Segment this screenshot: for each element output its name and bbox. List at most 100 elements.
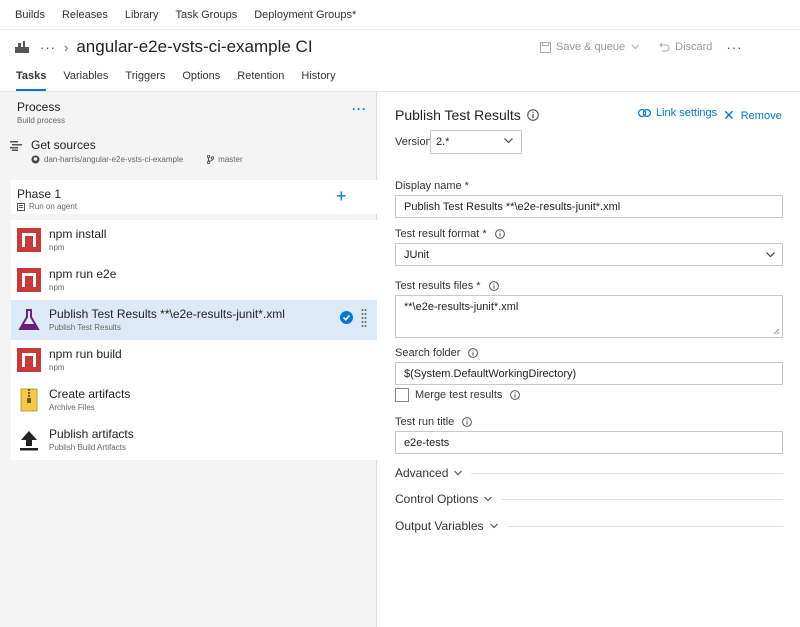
upload-icon xyxy=(20,431,38,451)
merge-test-results-checkbox[interactable] xyxy=(395,388,409,402)
task-type: Publish Build Artifacts xyxy=(49,443,126,452)
tab-history[interactable]: History xyxy=(301,64,335,91)
breadcrumb-more-button[interactable]: ··· xyxy=(40,40,56,55)
remove-label: Remove xyxy=(740,109,782,122)
discard-button[interactable]: Discard xyxy=(659,41,712,53)
test-run-title-label: Test run title xyxy=(395,416,455,428)
phase-subtitle: Run on agent xyxy=(29,202,78,211)
display-name-field[interactable]: Publish Test Results **\e2e-results-juni… xyxy=(395,195,783,218)
page-title: angular-e2e-vsts-ci-example CI xyxy=(76,37,313,56)
github-icon xyxy=(31,155,40,164)
display-name-label: Display name xyxy=(395,180,462,192)
version-select[interactable]: 2.* xyxy=(430,130,522,154)
nav-task-groups[interactable]: Task Groups xyxy=(175,9,237,21)
task-properties-pane: Publish Test Results Link settings ✕ Rem… xyxy=(378,92,800,627)
undo-icon xyxy=(659,42,670,51)
merge-test-results-row: Merge test results xyxy=(395,388,521,402)
info-icon[interactable] xyxy=(488,281,499,291)
more-actions-button[interactable]: ··· xyxy=(726,40,742,55)
task-npm-run-e2e[interactable]: npm run e2e npm xyxy=(11,260,377,300)
tab-variables[interactable]: Variables xyxy=(63,64,108,91)
tab-options[interactable]: Options xyxy=(182,64,220,91)
branch-name: master xyxy=(218,155,243,164)
section-divider xyxy=(506,525,783,527)
task-npm-install[interactable]: npm install npm xyxy=(11,220,377,260)
test-results-files-value: **\e2e-results-junit*.xml xyxy=(404,301,519,313)
task-list: npm install npm npm run e2e npm Publish … xyxy=(11,220,377,460)
tab-tasks[interactable]: Tasks xyxy=(16,64,47,91)
task-publish-artifacts[interactable]: Publish artifacts Publish Build Artifact… xyxy=(11,420,377,460)
link-settings-label: Link settings xyxy=(656,107,718,119)
chevron-down-icon xyxy=(766,252,775,258)
search-folder-label: Search folder xyxy=(395,347,461,359)
required-marker: * xyxy=(476,280,481,292)
process-subtitle: Build process xyxy=(17,116,66,125)
process-more-button[interactable]: ··· xyxy=(352,102,367,116)
section-output-variables[interactable]: Output Variables xyxy=(395,519,783,533)
chevron-down-icon xyxy=(454,470,463,476)
save-icon xyxy=(540,41,551,53)
get-sources-item[interactable]: Get sources dan-harris/angular-e2e-vsts-… xyxy=(10,136,367,170)
chevron-down-icon xyxy=(631,44,640,50)
breadcrumb-chevron-icon: › xyxy=(64,39,69,55)
nav-releases[interactable]: Releases xyxy=(62,9,108,21)
section-control-options[interactable]: Control Options xyxy=(395,492,783,506)
npm-icon xyxy=(17,228,41,252)
chevron-down-icon xyxy=(484,496,493,502)
test-result-format-value: JUnit xyxy=(404,249,430,261)
task-type: Archive Files xyxy=(49,403,95,412)
phase-header[interactable]: Phase 1 Run on agent + xyxy=(11,180,377,214)
nav-builds[interactable]: Builds xyxy=(15,9,45,21)
search-folder-field[interactable]: $(System.DefaultWorkingDirectory) xyxy=(395,362,783,385)
nav-library[interactable]: Library xyxy=(125,9,159,21)
section-title: Advanced xyxy=(395,466,449,480)
chevron-down-icon xyxy=(489,523,498,529)
chevron-down-icon xyxy=(504,138,513,144)
info-icon[interactable] xyxy=(527,109,539,121)
task-name: npm install xyxy=(49,227,107,241)
top-nav: Builds Releases Library Task Groups Depl… xyxy=(0,0,800,30)
test-result-format-select[interactable]: JUnit xyxy=(395,243,783,266)
section-advanced[interactable]: Advanced xyxy=(395,466,783,480)
check-circle-icon xyxy=(340,311,353,324)
save-queue-button[interactable]: Save & queue xyxy=(540,41,645,53)
tab-retention[interactable]: Retention xyxy=(237,64,284,91)
test-results-files-textarea[interactable]: **\e2e-results-junit*.xml xyxy=(395,295,783,338)
npm-icon xyxy=(17,268,41,292)
save-queue-label: Save & queue xyxy=(556,41,626,53)
test-results-files-label: Test results files xyxy=(395,280,474,292)
close-icon: ✕ xyxy=(723,107,735,123)
flask-icon xyxy=(18,309,40,330)
add-task-button[interactable]: + xyxy=(336,186,347,207)
test-run-title-field[interactable]: e2e-tests xyxy=(395,431,783,454)
zip-icon xyxy=(20,388,38,412)
remove-task-button[interactable]: ✕ Remove xyxy=(723,107,782,124)
version-value: 2.* xyxy=(436,136,450,148)
task-npm-run-build[interactable]: npm run build npm xyxy=(11,340,377,380)
info-icon[interactable] xyxy=(462,417,473,427)
section-divider xyxy=(501,498,783,500)
resize-handle-icon[interactable] xyxy=(773,328,780,335)
repo-name: dan-harris/angular-e2e-vsts-ci-example xyxy=(44,155,184,164)
task-type: npm xyxy=(49,283,65,292)
info-icon[interactable] xyxy=(468,348,479,358)
build-pipeline-icon xyxy=(15,41,29,53)
nav-deployment-groups[interactable]: Deployment Groups* xyxy=(254,9,356,21)
link-settings-button[interactable]: Link settings xyxy=(638,107,717,119)
task-name: Publish artifacts xyxy=(49,427,134,441)
task-create-artifacts[interactable]: Create artifacts Archive Files xyxy=(11,380,377,420)
tab-triggers[interactable]: Triggers xyxy=(125,64,165,91)
info-icon[interactable] xyxy=(494,229,505,239)
info-icon[interactable] xyxy=(510,390,521,400)
section-title: Output Variables xyxy=(395,519,484,533)
task-name: Create artifacts xyxy=(49,387,131,401)
pipeline-tasks-pane: Process Build process ··· Get sources da… xyxy=(0,92,377,627)
discard-label: Discard xyxy=(675,41,713,53)
section-divider xyxy=(471,472,783,474)
drag-handle-icon[interactable] xyxy=(361,308,367,330)
task-type: npm xyxy=(49,243,65,252)
task-type: npm xyxy=(49,363,65,372)
task-publish-test-results[interactable]: Publish Test Results **\e2e-results-juni… xyxy=(11,300,377,340)
process-header[interactable]: Process Build process xyxy=(17,100,65,125)
phase-title: Phase 1 xyxy=(17,187,62,201)
